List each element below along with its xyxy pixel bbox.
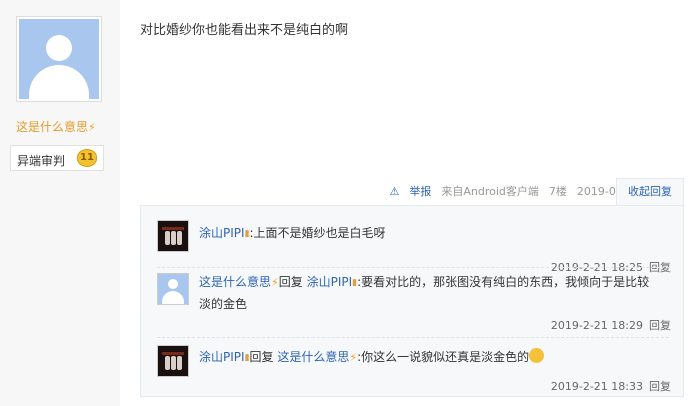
- report-label: 举报: [409, 185, 432, 198]
- author-name[interactable]: 这是什么意思⚡: [16, 118, 96, 135]
- thinking-emoji-icon: [529, 348, 545, 363]
- badge-label: 异端审判: [17, 154, 66, 168]
- list-item: 这是什么意思⚡回复 涂山PIPI▮:要看对比的，那张图没有纯白的东西，我倾向于是…: [157, 273, 677, 337]
- divider: [157, 337, 669, 338]
- author-avatar[interactable]: [16, 16, 102, 102]
- reply-text: 这是什么意思⚡回复 涂山PIPI▮:要看对比的，那张图没有纯白的东西，我倾向于是…: [199, 272, 651, 315]
- author-sidebar: 这是什么意思⚡ 异端审判 11: [0, 0, 120, 406]
- reply-word: 回复: [249, 350, 274, 364]
- reply-text: 涂山PIPI▮:上面不是婚纱也是白毛呀: [199, 223, 651, 245]
- collapse-replies-button[interactable]: 收起回复: [616, 178, 684, 206]
- reply-meta: 2019-2-21 18:33 回复: [551, 378, 671, 394]
- reply-button[interactable]: 回复: [649, 380, 671, 393]
- post-content: 对比婚纱你也能看出来不是纯白的啊: [140, 23, 349, 38]
- reply-meta: 2019-2-21 18:29 回复: [551, 317, 671, 333]
- lightning-icon: ⚡: [349, 351, 358, 364]
- reply-text: 涂山PIPI▮回复 这是什么意思⚡:你这么一说貌似还真是淡金色的: [199, 347, 651, 369]
- reply-word: 回复: [278, 275, 303, 289]
- list-item: 涂山PIPI▮回复 这是什么意思⚡:你这么一说貌似还真是淡金色的 2019-2-…: [157, 345, 677, 395]
- user-avatar[interactable]: [157, 345, 189, 377]
- client-label: 来自Android客户端: [441, 185, 539, 198]
- reply-content: :上面不是婚纱也是白毛呀: [249, 226, 386, 240]
- reply-time: 2019-2-21 18:33: [550, 380, 643, 393]
- reply-time: 2019-2-21 18:29: [550, 319, 643, 332]
- reply-user-link[interactable]: 涂山PIPI: [199, 226, 245, 240]
- author-name-text: 这是什么意思: [16, 120, 89, 134]
- lightning-icon: ⚡: [88, 121, 96, 134]
- reply-user-link[interactable]: 这是什么意思: [199, 275, 271, 289]
- reply-user-link[interactable]: 涂山PIPI: [199, 350, 245, 364]
- report-link[interactable]: ⚠ 举报: [379, 185, 431, 198]
- floor-label: 7楼: [548, 185, 567, 198]
- user-avatar[interactable]: [157, 273, 189, 305]
- reply-button[interactable]: 回复: [649, 319, 671, 332]
- warning-icon: ⚠: [389, 185, 400, 198]
- reply-target-link[interactable]: 这是什么意思: [277, 350, 349, 364]
- reply-list: 涂山PIPI▮:上面不是婚纱也是白毛呀 2019-2-21 18:25 回复 这是…: [140, 205, 684, 397]
- list-item: 涂山PIPI▮:上面不是婚纱也是白毛呀 2019-2-21 18:25 回复: [157, 220, 677, 278]
- default-avatar-icon: [19, 19, 99, 99]
- level-badge[interactable]: 异端审判 11: [10, 145, 104, 171]
- user-avatar[interactable]: [157, 220, 189, 252]
- reply-target-link[interactable]: 涂山PIPI: [307, 275, 353, 289]
- divider: [157, 267, 669, 268]
- badge-level-icon: 11: [77, 149, 97, 167]
- reply-content: :你这么一说貌似还真是淡金色的: [357, 350, 530, 364]
- lightning-icon: ⚡: [271, 276, 279, 289]
